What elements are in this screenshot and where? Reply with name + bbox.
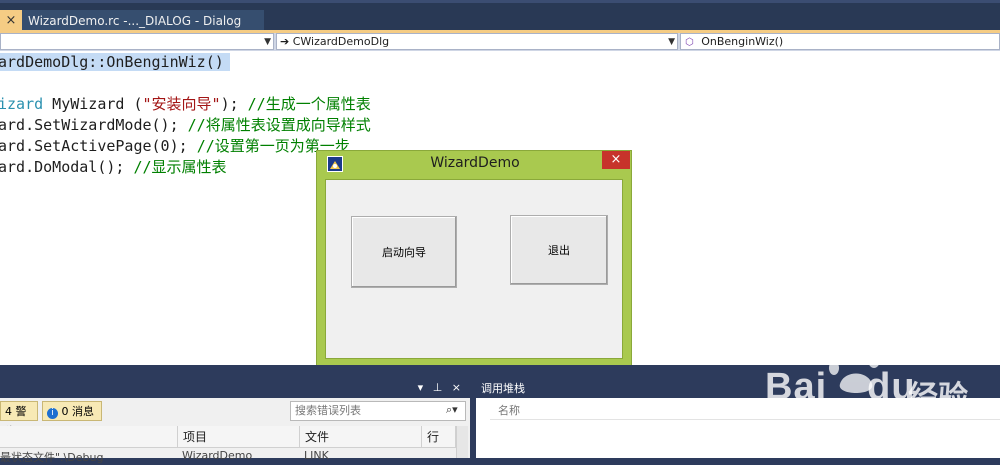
member-value: OnBenginWiz() [701,35,784,48]
exit-button[interactable]: 退出 [510,215,608,285]
start-wizard-button[interactable]: 启动向导 [351,216,457,288]
code-text: ard.SetWizardMode(); [0,116,188,134]
class-dropdown[interactable]: ➔ CWizardDemoDlg ▼ [276,33,678,50]
dialog-client-area: 启动向导 退出 [325,179,623,359]
chevron-down-icon: ▼ [668,37,675,47]
scope-dropdown[interactable]: ▼ [0,33,274,50]
selected-function-name: ardDemoDlg::OnBenginWiz() [0,53,230,71]
search-icon[interactable]: ⌕▾ [446,403,458,417]
comment: //显示属性表 [133,158,227,176]
column-line[interactable]: 行 [422,426,456,448]
error-row-file[interactable]: LINK [304,449,329,463]
code-line-6: ard.DoModal(); //显示属性表 [0,156,227,177]
error-row-description[interactable]: 最状态文件".\Debug [0,449,103,464]
tab-strip-top-line [0,0,1000,3]
string-literal: "安装向导" [142,95,221,113]
dialog-title: WizardDemo [430,155,520,171]
error-list-header: ▾ ⊥ × [0,380,470,398]
chevron-down-icon: ▼ [264,37,271,47]
wizarddemo-dialog: WizardDemo × 启动向导 退出 [316,150,632,366]
code-text: ); [220,95,248,113]
warnings-filter[interactable]: 4 警告 [0,401,38,438]
code-text: ard.SetActivePage(0); [0,137,197,155]
code-line-3: izard MyWizard ("安装向导"); //生成一个属性表 [0,93,371,114]
call-stack-title: 调用堆栈 [481,382,525,395]
panel-window-buttons[interactable]: ▾ ⊥ × [418,381,464,394]
code-line-4: ard.SetWizardMode(); //将属性表设置成向导样式 [0,114,371,135]
keyword: izard [0,95,44,113]
comment: //生成一个属性表 [247,95,371,113]
close-tab-icon[interactable]: × [0,10,22,32]
column-project[interactable]: 项目 [178,426,300,448]
class-value: ➔ CWizardDemoDlg [280,35,390,48]
tab-wizarddemo-rc-dialog[interactable]: WizardDemo.rc -..._DIALOG - Dialog [22,10,264,32]
call-stack-header: 调用堆栈 [476,380,1000,398]
column-name[interactable]: 名称 [490,402,1000,420]
column-description[interactable] [0,426,178,448]
comment: //将属性表设置成向导样式 [187,116,371,134]
code-text: MyWizard ( [43,95,143,113]
code-text: ard.DoModal(); [0,158,134,176]
code-line-1: ardDemoDlg::OnBenginWiz() [0,53,230,71]
method-icon: ⬡ [685,37,694,48]
member-dropdown[interactable]: ⬡ OnBenginWiz() [680,33,1000,50]
column-file[interactable]: 文件 [300,426,422,448]
error-search-input[interactable]: 搜索错误列表 [290,401,466,421]
messages-label: 0 消息 [61,405,95,418]
info-icon: i [47,408,58,419]
close-icon[interactable]: × [602,151,630,169]
error-row-project[interactable]: WizardDemo [182,449,252,463]
code-line-5: ard.SetActivePage(0); //设置第一页为第一步 [0,135,350,156]
messages-filter[interactable]: i 0 消息 [42,401,102,421]
column-name-label: 名称 [498,404,520,417]
error-list-scrollbar[interactable] [456,426,468,458]
